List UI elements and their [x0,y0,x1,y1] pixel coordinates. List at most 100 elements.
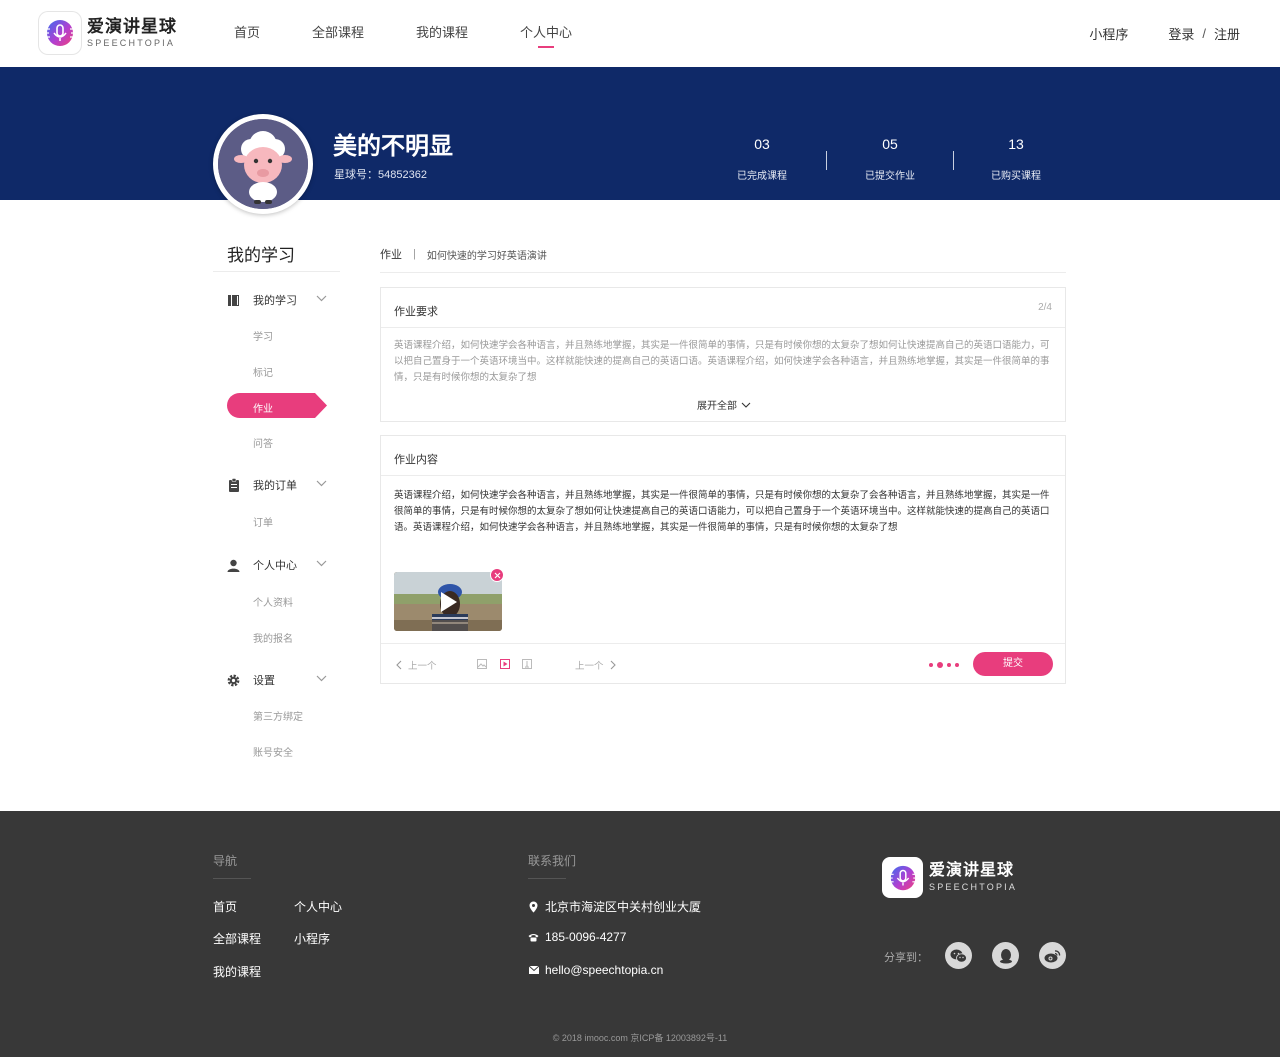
footer-link-mini-program[interactable]: 小程序 [294,930,330,947]
profile-banner [0,67,1280,200]
chevron-down-icon[interactable] [316,478,327,490]
nav-all-courses[interactable]: 全部课程 [312,0,364,67]
top-navbar: 爱演讲星球 SPEECHTOPIA 首页 全部课程 我的课程 个人中心 小程序 … [0,0,1280,67]
breadcrumb: 作业 | 如何快速的学习好英语演讲 [380,246,547,262]
sidebar-group-settings[interactable]: 设置 [227,672,327,688]
close-icon [494,572,500,578]
login-link[interactable]: 登录 [1168,24,1194,43]
footer-nav-title: 导航 [213,854,238,868]
stat-purchased[interactable]: 13 已购买课程 [976,136,1056,182]
sidebar-title: 我的学习 [227,246,295,265]
expand-all-button[interactable]: 展开全部 [697,397,751,412]
nav-personal-center[interactable]: 个人中心 [520,0,572,67]
image-tool-icon[interactable] [477,659,487,669]
stat-label: 已提交作业 [865,171,915,182]
next-button[interactable]: 上一个 [575,658,622,672]
content-toolbar: 上一个 上一个 提交 [381,643,1065,683]
sidebar-item-account-security[interactable]: 账号安全 [253,744,293,759]
sidebar-group-label: 我的学习 [253,295,297,307]
video-thumbnail[interactable] [394,572,502,631]
prev-button[interactable]: 上一个 [390,658,437,672]
breadcrumb-section[interactable]: 作业 [380,246,402,262]
chevron-down-icon[interactable] [316,293,327,305]
share-label: 分享到： [884,952,928,964]
footer-brand-logo[interactable]: 爱演讲星球 SPEECHTOPIA [882,857,1017,898]
footer-link-personal-center[interactable]: 个人中心 [294,898,342,915]
sidebar-group-my-study[interactable]: 我的学习 [227,292,327,308]
gear-icon [227,674,240,687]
sidebar-item-study[interactable]: 学习 [253,328,273,343]
main-nav: 首页 全部课程 我的课程 个人中心 [234,0,624,67]
wechat-share-button[interactable] [945,942,972,969]
sidebar-item-order[interactable]: 订单 [253,514,273,529]
login-separator: / [1202,26,1206,41]
avatar[interactable] [213,114,313,214]
sidebar-group-personal-center[interactable]: 个人中心 [227,557,327,573]
qq-share-button[interactable] [992,942,1019,969]
user-id: 星球号：54852362 [334,169,427,181]
footer-contact-title: 联系我们 [528,854,577,868]
register-link[interactable]: 注册 [1214,24,1240,43]
nav-my-courses[interactable]: 我的课程 [416,0,468,67]
email-text[interactable]: hello@speechtopia.cn [545,963,663,977]
content-text[interactable]: 英语课程介绍，如何快速学会各种语言，并且熟练地掌握，其实是一件很简单的事情，只是… [394,488,1058,536]
brand-name-cn: 爱演讲星球 [929,862,1015,879]
breadcrumb-page: 如何快速的学习好英语演讲 [426,250,547,262]
nav-home[interactable]: 首页 [234,0,260,67]
chevron-down-icon[interactable] [316,558,327,570]
sidebar-item-profile[interactable]: 个人资料 [253,594,293,609]
stat-label: 已完成课程 [737,171,787,182]
user-name: 美的不明显 [333,133,453,160]
breadcrumb-separator: | [413,248,416,260]
brand-logo[interactable]: 爱演讲星球 SPEECHTOPIA [39,12,177,54]
requirement-text: 英语课程介绍，如何快速学会各种语言，并且熟练地掌握，其实是一件很简单的事情，只是… [394,340,1050,383]
location-pin-icon [528,901,539,913]
book-icon [227,294,240,307]
qq-icon [999,948,1012,963]
remove-video-button[interactable] [490,568,504,582]
weibo-share-button[interactable] [1039,942,1066,969]
video-tool-icon[interactable] [500,659,510,669]
content-panel: 作业内容 英语课程介绍，如何快速学会各种语言，并且熟练地掌握，其实是一件很简单的… [380,435,1066,684]
submit-button[interactable]: 提交 [973,652,1053,676]
stat-submitted[interactable]: 05 已提交作业 [850,136,930,182]
sidebar-item-label: 作业 [253,404,273,415]
sidebar-item-mark[interactable]: 标记 [253,364,273,379]
footer-email: hello@speechtopia.cn [528,963,663,977]
audio-tool-icon[interactable] [522,659,532,669]
stat-value: 05 [882,136,898,152]
stat-value: 03 [754,136,770,152]
phone-text: 185-0096-4277 [545,930,627,944]
footer-divider [528,878,566,879]
footer-link-all-courses[interactable]: 全部课程 [213,930,261,947]
sidebar-group-label: 设置 [253,675,275,687]
user-icon [227,559,240,572]
footer-address: 北京市海淀区中关村创业大厦 [528,898,701,915]
sidebar-item-homework[interactable]: 作业 [227,393,327,418]
wechat-icon [950,949,967,963]
sidebar-group-label: 我的订单 [253,480,297,492]
content-title: 作业内容 [394,454,438,466]
address-text: 北京市海淀区中关村创业大厦 [545,900,702,914]
top-right-links: 小程序 登录 / 注册 [1089,0,1240,67]
brand-name-en: SPEECHTOPIA [87,38,176,48]
sidebar-group-orders[interactable]: 我的订单 [227,477,327,493]
sidebar-item-qa[interactable]: 问答 [253,435,273,450]
sidebar-item-registration[interactable]: 我的报名 [253,630,293,645]
requirement-counter: 2/4 [1038,302,1052,313]
sheep-avatar-icon [218,119,308,209]
mini-program-link[interactable]: 小程序 [1089,24,1128,43]
copyright: © 2018 imooc.com 京ICP备 12003892号-11 [552,1033,728,1043]
footer-link-home[interactable]: 首页 [213,898,237,915]
clipboard-icon [227,478,240,492]
requirement-title: 作业要求 [394,306,438,318]
sidebar-divider [213,271,340,272]
footer-link-my-courses[interactable]: 我的课程 [213,963,261,980]
mail-icon [528,964,539,976]
stat-completed[interactable]: 03 已完成课程 [722,136,802,182]
sidebar-item-third-party[interactable]: 第三方绑定 [253,708,303,723]
chevron-down-icon[interactable] [316,673,327,685]
stat-label: 已购买课程 [991,171,1041,182]
phone-icon [528,931,539,943]
brand-name-cn: 爱演讲星球 [87,17,177,36]
